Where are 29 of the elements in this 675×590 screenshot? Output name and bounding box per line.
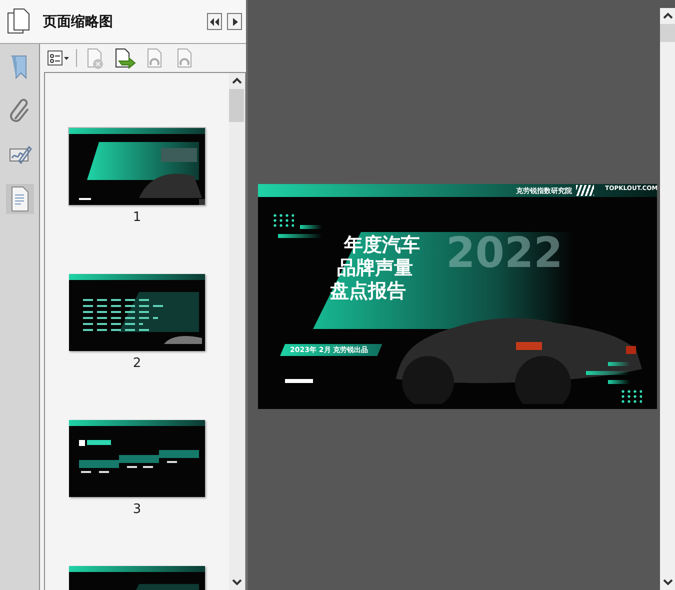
page-number: 3 <box>132 502 142 517</box>
accent-bar <box>300 225 322 229</box>
page-icon[interactable] <box>6 184 34 214</box>
accent-bar <box>278 234 322 238</box>
stripes-logo <box>576 185 594 196</box>
scrollbar[interactable] <box>660 0 675 590</box>
scroll-up-icon[interactable] <box>662 12 672 20</box>
accent-bar <box>608 362 630 366</box>
expand-button[interactable] <box>227 13 242 30</box>
accent-bar <box>608 380 630 384</box>
insert-page-icon[interactable] <box>113 47 137 69</box>
scrollbar[interactable] <box>229 73 244 590</box>
year-text: 2022 <box>446 228 563 277</box>
page-thumbnail[interactable] <box>69 274 205 351</box>
scroll-down-icon[interactable] <box>232 578 242 586</box>
page-number: 1 <box>132 210 142 225</box>
page-thumbnail[interactable] <box>69 128 205 205</box>
scroll-thumb[interactable] <box>660 24 675 42</box>
scroll-up-icon[interactable] <box>232 77 242 85</box>
scroll-thumb[interactable] <box>229 89 244 122</box>
collapse-button[interactable] <box>207 13 222 30</box>
page-thumbnail[interactable] <box>69 420 205 497</box>
dot-grid-icon <box>272 213 294 227</box>
dot-grid-icon <box>620 389 642 403</box>
page-number: 2 <box>132 356 142 371</box>
pages-icon[interactable] <box>7 8 31 36</box>
accent-bar <box>586 371 630 375</box>
scroll-down-icon[interactable] <box>662 578 672 586</box>
panel-title: 页面缩略图 <box>42 12 114 30</box>
